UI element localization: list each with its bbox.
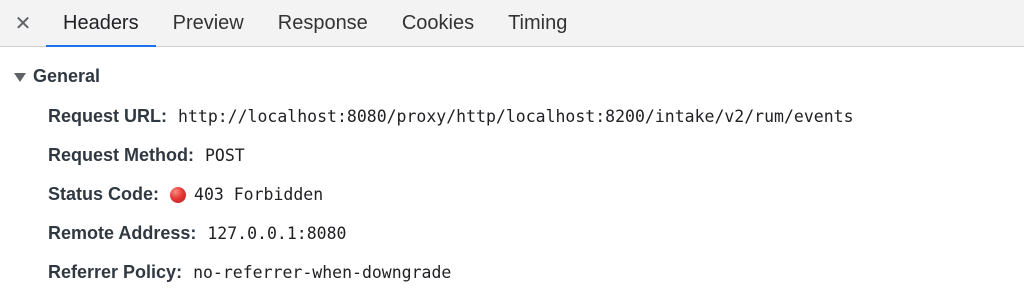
request-method-key: Request Method: <box>48 145 194 165</box>
general-rows: Request URL: http://localhost:8080/proxy… <box>0 97 1024 292</box>
tab-cookies[interactable]: Cookies <box>385 0 491 46</box>
tab-response[interactable]: Response <box>261 0 385 46</box>
tab-timing[interactable]: Timing <box>491 0 584 46</box>
collapse-triangle-icon <box>14 72 26 82</box>
general-section: General Request URL: http://localhost:80… <box>0 47 1024 292</box>
tab-headers[interactable]: Headers <box>46 0 156 47</box>
request-method-value: POST <box>205 146 245 165</box>
request-url-row: Request URL: http://localhost:8080/proxy… <box>0 97 1024 136</box>
general-section-header[interactable]: General <box>0 61 1024 91</box>
request-url-key: Request URL: <box>48 106 168 126</box>
remote-address-row: Remote Address: 127.0.0.1:8080 <box>0 214 1024 253</box>
status-code-value: 403 Forbidden <box>194 185 324 204</box>
tab-bar: ✕ Headers Preview Response Cookies Timin… <box>0 0 1024 47</box>
tab-preview[interactable]: Preview <box>156 0 261 46</box>
close-icon[interactable]: ✕ <box>0 0 46 46</box>
remote-address-value: 127.0.0.1:8080 <box>207 224 347 243</box>
request-method-row: Request Method: POST <box>0 136 1024 175</box>
general-section-title: General <box>33 65 101 86</box>
referrer-policy-row: Referrer Policy: no-referrer-when-downgr… <box>0 253 1024 292</box>
request-url-value: http://localhost:8080/proxy/http/localho… <box>178 107 854 126</box>
remote-address-key: Remote Address: <box>48 223 197 243</box>
referrer-policy-value: no-referrer-when-downgrade <box>193 263 452 282</box>
referrer-policy-key: Referrer Policy: <box>48 262 183 282</box>
status-code-key: Status Code: <box>48 184 160 204</box>
status-error-dot-icon <box>170 186 187 203</box>
status-code-row: Status Code: 403 Forbidden <box>0 175 1024 214</box>
